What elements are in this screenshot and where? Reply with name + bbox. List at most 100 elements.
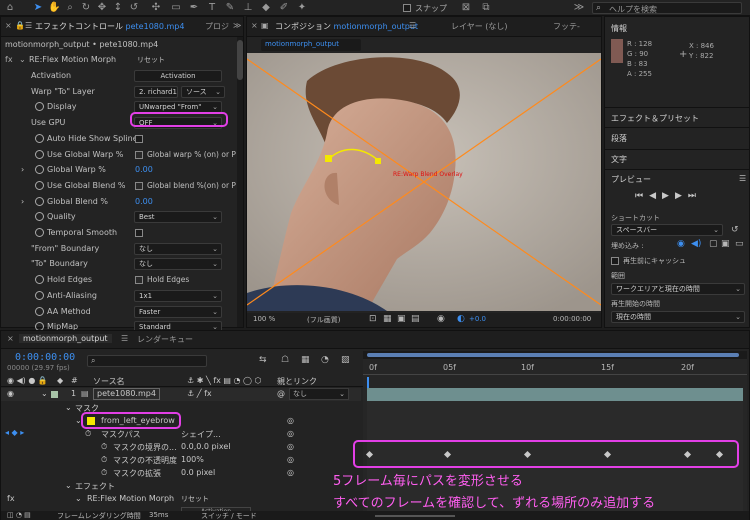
roto-tool-icon[interactable]: ✐ <box>278 2 290 14</box>
masks-group-row[interactable]: ⌄ マスク <box>1 402 361 415</box>
playback-controls[interactable]: ⏮◀▶▶⏭ <box>635 191 702 201</box>
param-dropdown[interactable]: 1x1 ⌄ <box>134 289 222 302</box>
stopwatch-icon[interactable]: ⏱ <box>101 442 107 452</box>
timeline-timecode[interactable]: 0:00:00:00 <box>15 352 75 363</box>
reset-icon[interactable]: ↺ <box>731 225 739 235</box>
frame-blending-icon[interactable]: ▦ <box>301 355 310 365</box>
eraser-tool-icon[interactable]: ◆ <box>260 2 272 14</box>
quality-dropdown[interactable]: (フル画質) <box>307 315 340 325</box>
paragraph-header[interactable]: 段落 <box>611 133 627 144</box>
puppet-tool-icon[interactable]: ✦ <box>296 2 308 14</box>
comp-viewer[interactable]: RE:Warp Blend Overlay <box>247 53 601 311</box>
help-search-box[interactable]: ⌕ ヘルプを検索 <box>592 2 742 14</box>
motion-blur-icon[interactable]: ◔ <box>321 355 329 365</box>
visibility-icon[interactable]: ◉ <box>7 389 14 398</box>
expand-icon[interactable]: ⌄ <box>65 403 72 412</box>
effect-param-row[interactable]: Auto Hide Show Splines <box>1 132 243 147</box>
cache-checkbox[interactable] <box>611 257 619 265</box>
effects-group-row[interactable]: ⌄ エフェクト <box>1 480 361 493</box>
menu-icon[interactable]: ☰ <box>25 21 32 30</box>
expand-icon[interactable]: › <box>21 165 24 174</box>
parent-dropdown[interactable]: なし ⌄ <box>289 388 349 400</box>
effect-header-row[interactable]: fx ⌄ RE:Flex Motion Morph リセット <box>1 53 243 68</box>
menu-icon[interactable]: ☰ <box>121 334 128 343</box>
stopwatch-icon[interactable]: ⏱ <box>101 468 107 478</box>
snap-icon[interactable]: ⊠ <box>460 2 472 14</box>
param-checkbox[interactable] <box>135 229 143 237</box>
stopwatch-icon[interactable] <box>35 102 44 112</box>
param-number[interactable]: 0.00 <box>135 165 153 174</box>
param-checkbox[interactable] <box>135 276 143 285</box>
param-checkbox[interactable] <box>135 181 143 190</box>
video-embed-icon[interactable]: ◉ <box>677 239 685 249</box>
snap-checkbox[interactable] <box>403 4 411 12</box>
expression-icon[interactable]: ◎ <box>287 429 294 438</box>
close-icon[interactable]: × <box>7 334 14 343</box>
expand-icon[interactable]: ⌄ <box>19 55 26 64</box>
layer-dropdown[interactable]: 2. richard1 <box>134 85 178 98</box>
exposure-value[interactable]: +0.0 <box>469 315 486 323</box>
menu-icon[interactable]: ☰ <box>739 174 746 183</box>
effect-param-row[interactable]: Use Global Warp % Global warp % (on) or P <box>1 148 243 163</box>
param-dropdown[interactable]: なし ⌄ <box>134 258 222 271</box>
reset-link[interactable]: リセット <box>137 55 165 65</box>
parent-pickwhip-icon[interactable]: @ <box>277 389 285 398</box>
stopwatch-icon[interactable] <box>35 275 44 285</box>
mask-expansion-value[interactable]: 0.0 pixel <box>181 468 215 477</box>
exposure-icon[interactable]: ◐ <box>457 314 465 324</box>
effect-param-row[interactable]: "To" Boundary なし ⌄ <box>1 257 243 272</box>
switch-mode-toggle[interactable]: スイッチ / モード <box>201 511 257 520</box>
effect-param-row[interactable]: "From" Boundary なし ⌄ <box>1 242 243 257</box>
align-icon[interactable]: ⧉ <box>480 2 492 14</box>
range-dropdown[interactable]: ワークエリアと現在の時間 ⌄ <box>611 283 745 295</box>
stopwatch-icon[interactable] <box>35 196 44 206</box>
graph-editor-icon[interactable]: ▨ <box>341 355 350 365</box>
layer-tab[interactable]: レイヤー (なし) <box>451 21 508 32</box>
mask-visibility-icon[interactable]: ▣ <box>397 314 406 324</box>
more-tabs-icon[interactable]: ≫ <box>233 21 241 30</box>
effect-controls-tab[interactable]: エフェクトコントロール pete1080.mp4 <box>35 21 184 32</box>
hand-tool-icon[interactable]: ✋ <box>48 2 60 14</box>
stopwatch-icon[interactable]: ⏱ <box>85 429 91 439</box>
effect-param-row[interactable]: Use Global Blend % Global blend %(on) or … <box>1 179 243 194</box>
close-icon[interactable]: × <box>5 21 12 30</box>
expression-icon[interactable]: ◎ <box>287 455 294 464</box>
mask-opacity-value[interactable]: 100% <box>181 455 204 464</box>
audio-embed-icon[interactable]: ◀) <box>691 239 701 249</box>
effect-reset-link[interactable]: リセット <box>181 494 209 504</box>
effect-param-row[interactable]: Activation Activation <box>1 69 243 84</box>
stopwatch-icon[interactable]: ⏱ <box>101 455 107 465</box>
mask-expansion-row[interactable]: ⏱ マスクの拡張 0.0 pixel ◎ <box>1 467 361 480</box>
effects-presets-header[interactable]: エフェクト＆プリセット <box>611 113 699 124</box>
overlay-embed-icon[interactable]: ▢ <box>709 239 718 249</box>
lock-icon[interactable]: 🔒 <box>15 21 25 30</box>
layer-row[interactable]: ◉ ⌄ 1 ▤ pete1080.mp4 ⚓ ╱ fx @ なし ⌄ <box>1 388 361 401</box>
workspace-icon[interactable]: ≫ <box>573 2 585 14</box>
mask-path-row[interactable]: ◂ ◆ ▸ ⏱ マスクパス シェイプ... ◎ <box>1 428 361 441</box>
comp-breadcrumb-chip[interactable]: motionmorph_output <box>261 39 361 51</box>
stamp-tool-icon[interactable]: ⊥ <box>242 2 254 14</box>
zoom-dropdown[interactable]: 100 % <box>253 315 275 323</box>
expand-icon[interactable]: › <box>21 197 24 206</box>
start-dropdown[interactable]: 現在の時間 ⌄ <box>611 311 745 323</box>
rotate-tool-icon[interactable]: ↺ <box>128 2 140 14</box>
pan-tool-icon[interactable]: ✥ <box>96 2 108 14</box>
layer-switches[interactable]: ⚓ ╱ fx <box>187 389 212 398</box>
timeline-search[interactable]: ⌕ <box>87 355 207 367</box>
shy-layers-icon[interactable]: ☖ <box>281 355 289 365</box>
time-ruler[interactable]: 0f 05f 10f 15f 20f <box>363 361 747 375</box>
param-dropdown[interactable]: Faster ⌄ <box>134 305 222 318</box>
effect-param-row[interactable]: › Global Blend % 0.00 <box>1 195 243 210</box>
guides-icon[interactable]: ▤ <box>411 314 420 324</box>
param-checkbox[interactable] <box>135 134 143 143</box>
param-dropdown[interactable]: なし ⌄ <box>134 242 222 255</box>
mask-path-value[interactable]: シェイプ... <box>181 429 221 440</box>
comp-flow-icon[interactable]: ⇆ <box>259 355 267 365</box>
source-dropdown[interactable]: ソース ⌄ <box>181 85 225 98</box>
stopwatch-icon[interactable] <box>35 306 44 316</box>
stopwatch-icon[interactable] <box>35 290 44 300</box>
scrollbar[interactable] <box>237 37 243 327</box>
effect-row[interactable]: fx ⌄ RE:Flex Motion Morph リセット <box>1 493 361 506</box>
timeline-tab[interactable]: motionmorph_output <box>19 334 112 343</box>
mask-row[interactable]: ⌄ from_left_eyebrow ◎ <box>1 415 361 428</box>
